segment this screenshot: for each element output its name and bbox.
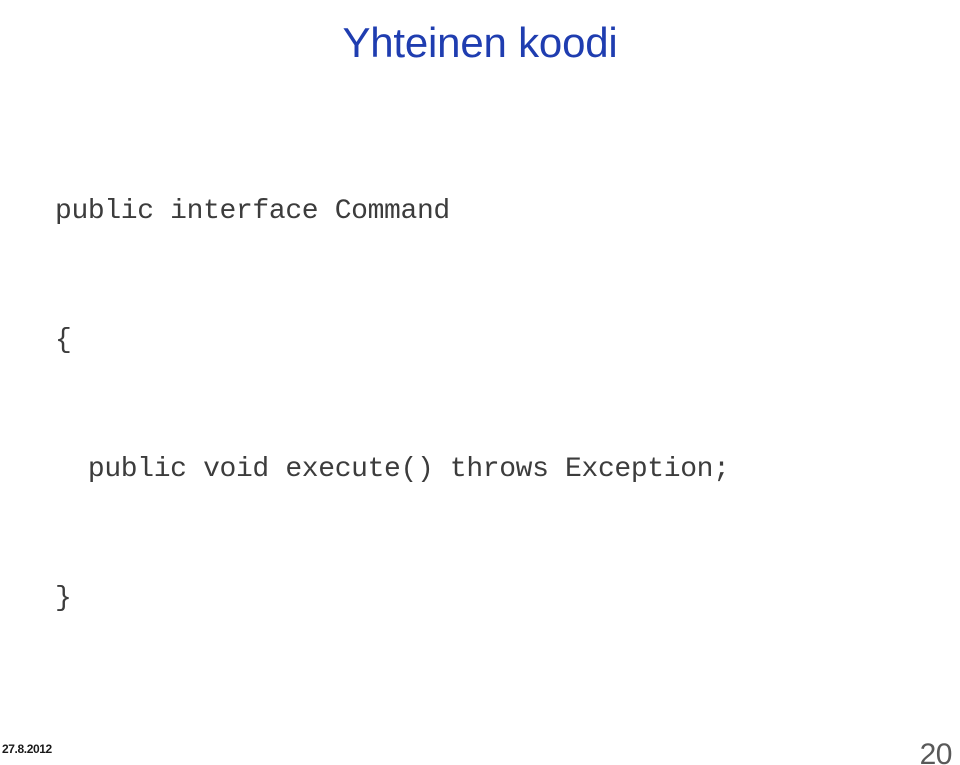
page-title: Yhteinen koodi [342,19,618,67]
code-line: { [55,325,72,356]
code-line: public interface Command [55,196,450,227]
footer-date: 27.8.2012 [2,742,52,756]
slide-canvas: Yhteinen koodi public interface Command … [0,0,960,765]
code-line: } [55,583,72,614]
footer-page-number: 20 [919,738,953,765]
code-line: public void execute() throws Exception; [55,454,730,485]
code-block: public interface Command { public void e… [55,104,730,706]
